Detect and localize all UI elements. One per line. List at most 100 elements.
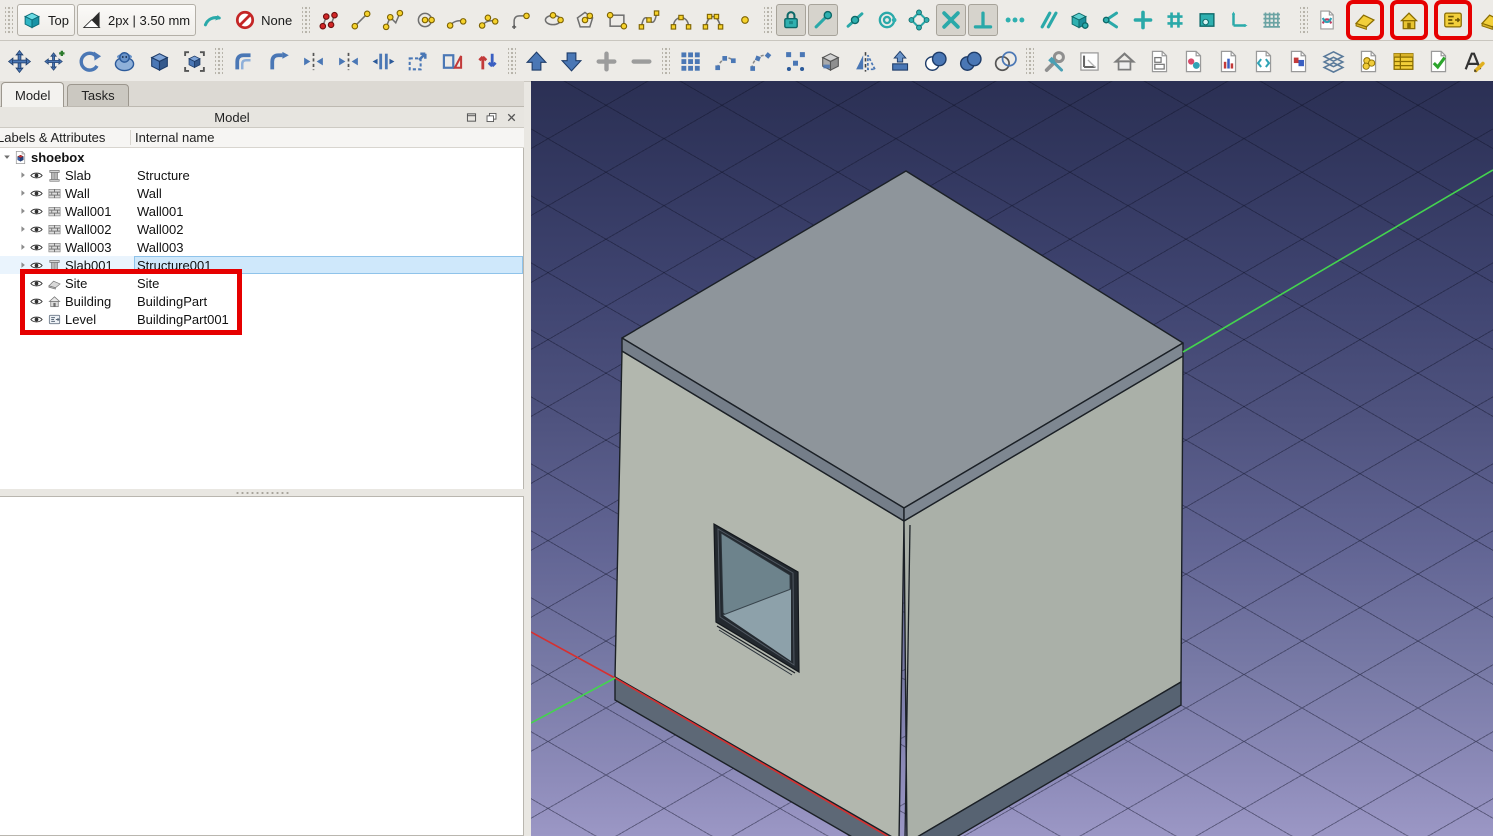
visibility-eye-icon[interactable]: [29, 222, 44, 237]
visibility-eye-icon[interactable]: [29, 186, 44, 201]
path-array-button[interactable]: [709, 45, 742, 77]
draft-ellipse-button[interactable]: [538, 4, 568, 36]
toolbar-grip[interactable]: [764, 6, 772, 34]
preflight-button[interactable]: [1422, 45, 1455, 77]
union-button[interactable]: [919, 45, 952, 77]
toolbar-grip[interactable]: [5, 6, 13, 34]
tree-row-site[interactable]: SiteSite: [0, 274, 523, 292]
project-button[interactable]: [1108, 45, 1141, 77]
draft-rectangle-button[interactable]: [602, 4, 632, 36]
chart-button[interactable]: [1212, 45, 1245, 77]
code-button[interactable]: [1247, 45, 1280, 77]
snap-working-plane-button[interactable]: [1192, 4, 1222, 36]
level-button[interactable]: [1438, 4, 1468, 36]
rotate-button[interactable]: [73, 45, 106, 77]
box-button[interactable]: [814, 45, 847, 77]
expand-arrow-right[interactable]: [16, 188, 29, 198]
tree-row-level[interactable]: LevelBuildingPart001: [0, 310, 523, 328]
tab-tasks[interactable]: Tasks: [67, 84, 128, 106]
polar-array-button[interactable]: [744, 45, 777, 77]
extrude-button[interactable]: [884, 45, 917, 77]
draft-polygon-button[interactable]: [570, 4, 600, 36]
working-plane-view-button[interactable]: [1073, 45, 1106, 77]
stretch-button[interactable]: [367, 45, 400, 77]
schedule-button[interactable]: [1387, 45, 1420, 77]
remove-component-button[interactable]: [625, 45, 658, 77]
grid-toggle-button[interactable]: [1256, 4, 1286, 36]
toolbar-grip[interactable]: [1026, 47, 1034, 75]
pages-button[interactable]: [1282, 45, 1315, 77]
toolbar-grip[interactable]: [508, 47, 516, 75]
draft-bspline-button[interactable]: [634, 4, 664, 36]
snap-midpoint-button[interactable]: [840, 4, 870, 36]
drawing-view-button[interactable]: [1143, 45, 1176, 77]
visibility-eye-icon[interactable]: [29, 240, 44, 255]
tree-row-wall001[interactable]: Wall001Wall001: [0, 202, 523, 220]
autogroup-button[interactable]: None: [230, 4, 298, 36]
tree-row-wall003[interactable]: Wall003Wall003: [0, 238, 523, 256]
visibility-eye-icon[interactable]: [29, 258, 44, 273]
trimex-button[interactable]: [262, 45, 295, 77]
toolbar-grip[interactable]: [215, 47, 223, 75]
image-plane-button[interactable]: [1178, 45, 1211, 77]
snap-endpoint-button[interactable]: [808, 4, 838, 36]
snap-extension-button[interactable]: [1000, 4, 1030, 36]
move-button[interactable]: [3, 45, 36, 77]
expand-arrow-right[interactable]: [16, 206, 29, 216]
snap-intersection-button[interactable]: [936, 4, 966, 36]
visibility-eye-icon[interactable]: [29, 204, 44, 219]
ortho-array-button[interactable]: [674, 45, 707, 77]
array-button[interactable]: [143, 45, 176, 77]
snap-center-button[interactable]: [872, 4, 902, 36]
3d-viewport[interactable]: [531, 81, 1493, 836]
mirror-button[interactable]: [849, 45, 882, 77]
copy-button[interactable]: [38, 45, 71, 77]
scale-button[interactable]: [401, 45, 434, 77]
tree-row-slab[interactable]: SlabStructure: [0, 166, 523, 184]
snap-special-button[interactable]: [904, 4, 934, 36]
expand-arrow-down[interactable]: [0, 152, 13, 162]
draft-cubic-bezier-button[interactable]: [698, 4, 728, 36]
visibility-eye-icon[interactable]: [29, 294, 44, 309]
offset-button[interactable]: [227, 45, 260, 77]
draft-polyline-button[interactable]: [378, 4, 408, 36]
snap-near-button[interactable]: [1064, 4, 1094, 36]
simple-copy-button[interactable]: [178, 45, 211, 77]
point-array-button[interactable]: [779, 45, 812, 77]
split-button[interactable]: [297, 45, 330, 77]
fuse-button[interactable]: [954, 45, 987, 77]
building-button[interactable]: [1394, 4, 1424, 36]
visibility-eye-icon[interactable]: [29, 312, 44, 327]
toolbar-grip[interactable]: [1300, 6, 1308, 34]
property-panel-empty[interactable]: [0, 496, 524, 836]
toolbar-grip[interactable]: [302, 6, 310, 34]
upgrade-button[interactable]: [520, 45, 553, 77]
bim-views-button[interactable]: [1312, 4, 1342, 36]
draft-bezier-button[interactable]: [666, 4, 696, 36]
apply-style-button[interactable]: [471, 45, 504, 77]
clone-button[interactable]: [108, 45, 141, 77]
column-labels-attributes[interactable]: Labels & Attributes: [0, 130, 131, 145]
expand-arrow-right[interactable]: [16, 224, 29, 234]
snap-perpendicular-button[interactable]: [968, 4, 998, 36]
tree-row-wall[interactable]: WallWall: [0, 184, 523, 202]
snap-grid-button[interactable]: [1160, 4, 1190, 36]
tree-row-root[interactable]: shoebox: [0, 148, 523, 166]
join-button[interactable]: [332, 45, 365, 77]
annotation-styles-button[interactable]: [1457, 45, 1490, 77]
snap-parallel-button[interactable]: [1032, 4, 1062, 36]
tree-column-header[interactable]: Labels & Attributes Internal name: [0, 128, 524, 148]
visibility-eye-icon[interactable]: [29, 276, 44, 291]
bim-setup-button[interactable]: [1038, 45, 1071, 77]
downgrade-button[interactable]: [555, 45, 588, 77]
view-direction-button[interactable]: Top: [17, 4, 75, 36]
horizontal-splitter[interactable]: [0, 489, 524, 496]
tree-row-wall002[interactable]: Wall002Wall002: [0, 220, 523, 238]
layers-button[interactable]: [1317, 45, 1350, 77]
tree-row-building[interactable]: BuildingBuildingPart: [0, 292, 523, 310]
site-button[interactable]: [1350, 4, 1380, 36]
snap-ortho-button[interactable]: [1128, 4, 1158, 36]
expand-arrow-right[interactable]: [16, 242, 29, 252]
visibility-eye-icon[interactable]: [29, 168, 44, 183]
draft-line-button[interactable]: [346, 4, 376, 36]
